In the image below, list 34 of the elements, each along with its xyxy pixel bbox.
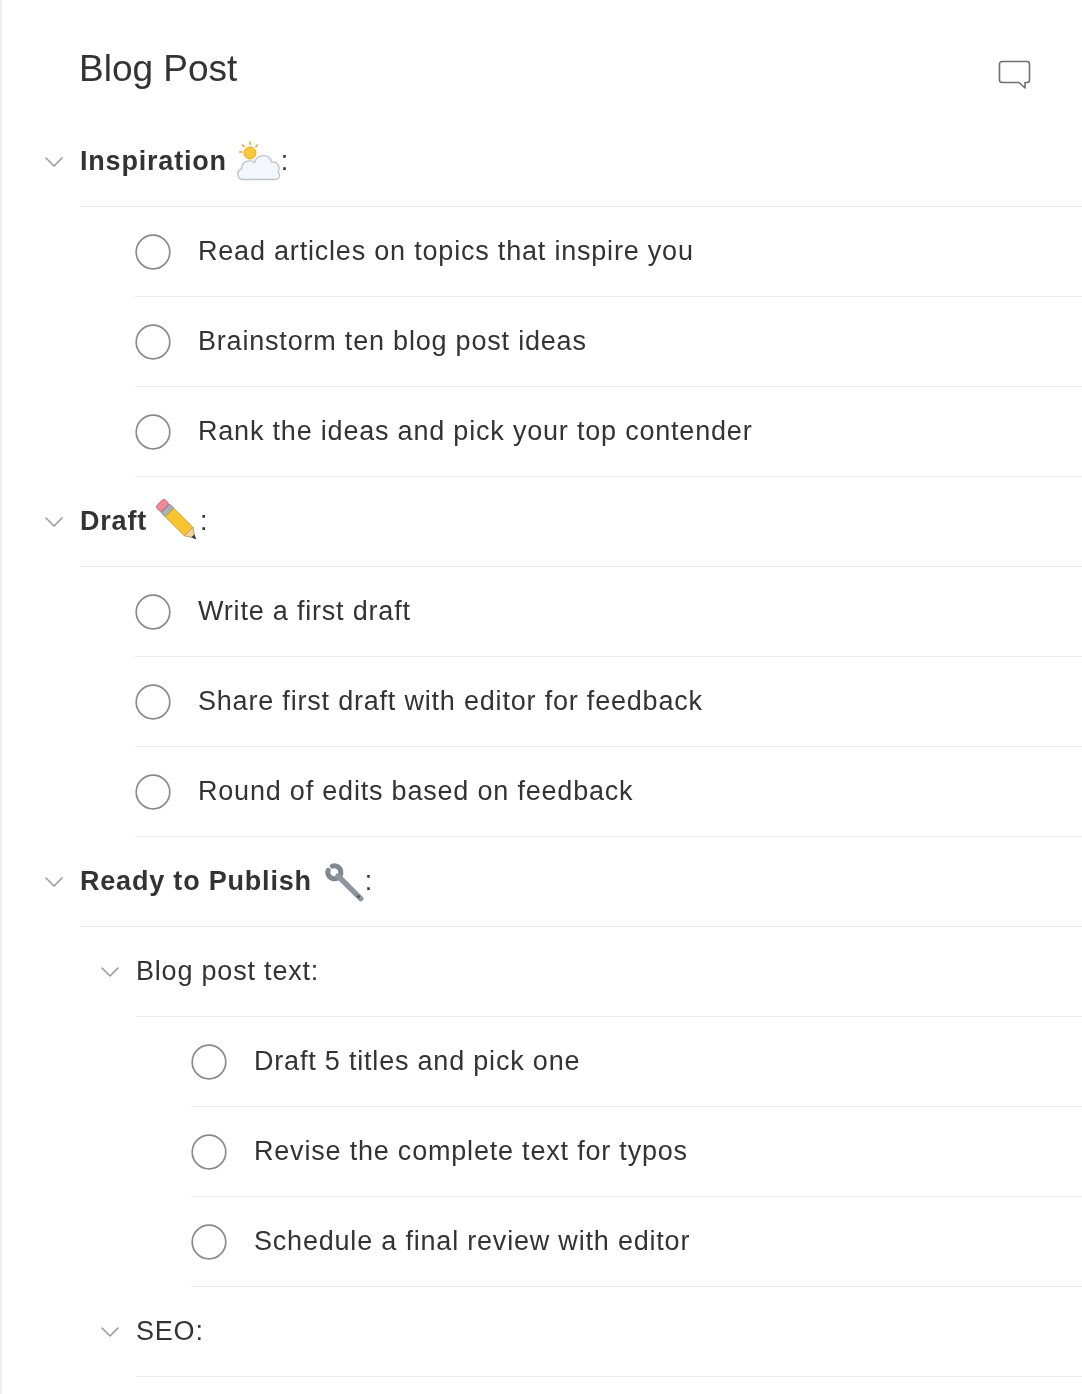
task-checkbox[interactable] xyxy=(135,593,171,630)
chevron-down-icon[interactable] xyxy=(45,877,63,887)
task-checkbox[interactable] xyxy=(191,1223,227,1260)
heading-colon: : xyxy=(200,505,208,539)
chevron-down-icon[interactable] xyxy=(45,157,63,167)
task-checkbox[interactable] xyxy=(135,773,171,810)
section-heading: Inspiration xyxy=(80,145,227,179)
task-checkbox[interactable] xyxy=(135,683,171,720)
task-text: Read articles on topics that inspire you xyxy=(198,235,694,269)
task-text: Write a first draft xyxy=(198,595,411,629)
task-checkbox[interactable] xyxy=(191,1043,227,1080)
chevron-down-icon[interactable] xyxy=(101,967,119,977)
section-heading: Draft xyxy=(80,505,147,539)
task-text: Round of edits based on feedback xyxy=(198,775,634,809)
comment-icon[interactable] xyxy=(998,60,1031,90)
group-heading: SEO: xyxy=(136,1315,204,1349)
group-heading: Blog post text: xyxy=(136,955,320,989)
page-title: Blog Post xyxy=(79,47,238,91)
task-checkbox[interactable] xyxy=(135,323,171,360)
chevron-down-icon[interactable] xyxy=(101,1327,119,1337)
task-text: Rank the ideas and pick your top contender xyxy=(198,415,753,449)
sun-behind-cloud-icon xyxy=(234,140,281,181)
heading-colon: : xyxy=(280,145,289,179)
task-text: Brainstorm ten blog post ideas xyxy=(198,325,587,359)
chevron-down-icon[interactable] xyxy=(45,517,63,527)
section-heading: Ready to Publish xyxy=(80,865,312,899)
task-text: Draft 5 titles and pick one xyxy=(254,1045,581,1079)
task-checkbox[interactable] xyxy=(135,233,171,270)
heading-colon: : xyxy=(364,865,373,899)
task-checkbox[interactable] xyxy=(191,1133,227,1170)
task-checkbox[interactable] xyxy=(135,413,171,450)
task-text: Share first draft with editor for feedback xyxy=(198,685,703,719)
task-text: Revise the complete text for typos xyxy=(254,1135,688,1169)
task-text: Schedule a final review with editor xyxy=(254,1225,691,1259)
